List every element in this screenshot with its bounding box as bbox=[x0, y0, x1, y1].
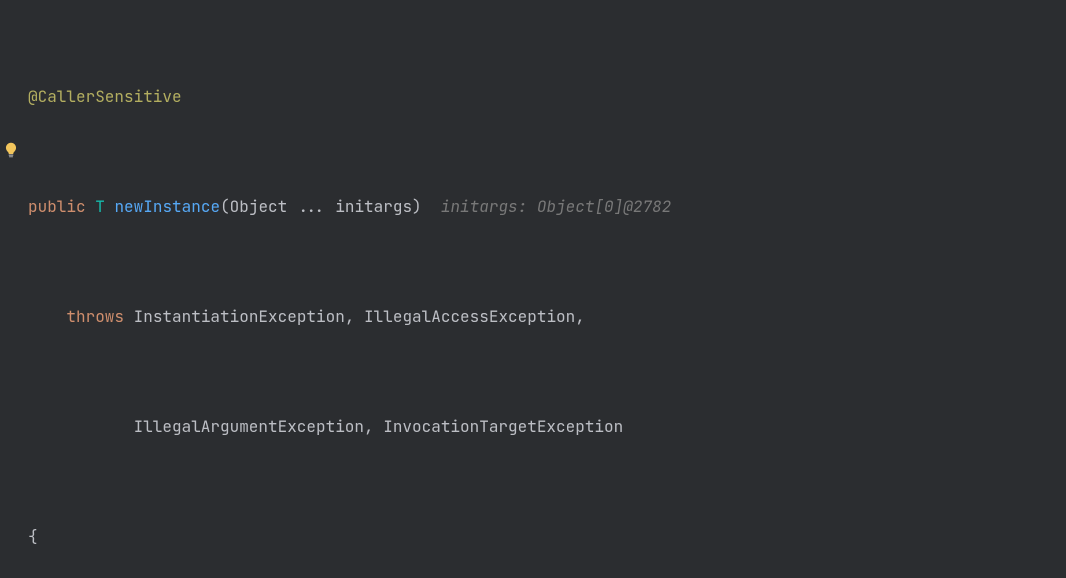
code-line[interactable]: throws InstantiationException, IllegalAc… bbox=[22, 303, 1066, 331]
keyword-token: throws bbox=[66, 306, 124, 327]
code-line[interactable]: IllegalArgumentException, InvocationTarg… bbox=[22, 413, 1066, 441]
annotation-token: @CallerSensitive bbox=[28, 86, 182, 107]
type-param-token: T bbox=[95, 196, 105, 217]
code-line[interactable]: { bbox=[22, 523, 1066, 551]
code-area[interactable]: @CallerSensitive public T newInstance(Ob… bbox=[22, 0, 1066, 578]
lightbulb-icon[interactable] bbox=[2, 140, 20, 158]
gutter bbox=[0, 0, 22, 578]
signature-token: (Object ... initargs) bbox=[220, 196, 422, 217]
code-editor[interactable]: @CallerSensitive public T newInstance(Ob… bbox=[0, 0, 1066, 578]
keyword-token: public bbox=[28, 196, 86, 217]
type-token: InstantiationException bbox=[134, 306, 345, 327]
brace-token: { bbox=[28, 526, 38, 547]
type-token: IllegalArgumentException bbox=[134, 416, 364, 437]
code-line[interactable]: public T newInstance(Object ... initargs… bbox=[22, 193, 1066, 221]
method-name-token: newInstance bbox=[114, 196, 220, 217]
type-token: IllegalAccessException bbox=[364, 306, 575, 327]
code-line[interactable]: @CallerSensitive bbox=[22, 83, 1066, 111]
type-token: InvocationTargetException bbox=[383, 416, 623, 437]
inlay-hint: initargs: Object[0]@2782 bbox=[441, 196, 671, 217]
